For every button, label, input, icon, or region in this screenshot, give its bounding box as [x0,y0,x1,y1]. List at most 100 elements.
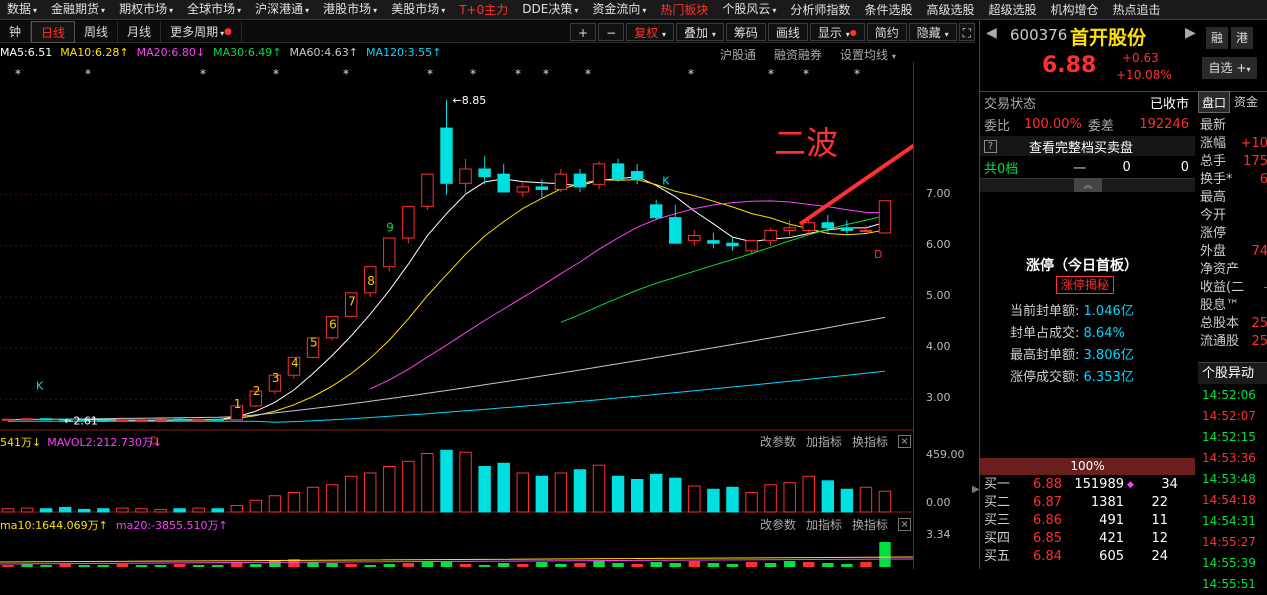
menu-item[interactable]: 热点追击 [1106,0,1168,19]
chouma-button[interactable]: 筹码 [725,22,766,41]
menu-item[interactable]: 美股市场 ▾ [384,0,452,19]
menu-item[interactable]: 高级选股 [919,0,981,19]
collapse-bar[interactable]: ︽ [980,178,1195,192]
indicator-bar [574,563,586,567]
ztcj-label: 涨停成交额: [1010,370,1080,385]
zoom-in-button[interactable]: + [570,22,597,41]
volume-bar [573,469,587,513]
volume-bar [478,466,491,513]
ma-legend-item: MA10:6.28↑ [60,46,128,62]
diejia-button[interactable]: 叠加 ▾ [675,22,724,41]
tick-time: 14:55:39 [1202,556,1256,570]
menu-item[interactable]: 金融期货 ▾ [44,0,112,19]
menu-item[interactable]: 超级选股 [981,0,1043,19]
help-icon: ? [984,139,997,153]
ma-setting-link[interactable]: 设置均线 ▾ [840,46,896,63]
menu-item[interactable]: 数据 ▾ [0,0,44,19]
high-price-label: ←8.85 [453,94,487,107]
tab-more-label: 更多周期 [170,24,219,39]
add-indicator-link[interactable]: 加指标 [806,433,842,450]
volume-bar [440,449,453,513]
chevron-down-icon: ▾ [891,52,896,61]
indicator-bar [97,565,110,567]
menu-item[interactable]: 条件选股 [857,0,919,19]
switch-indicator-link[interactable]: 换指标 [852,433,888,450]
change-params-link[interactable]: 改参数 [760,516,796,533]
tab-more-periods[interactable]: 更多周期 ▾● [161,20,242,43]
menu-item[interactable]: DDE决策 ▾ [515,0,585,19]
gong-v1: 0 [1122,159,1131,175]
jianjie-button[interactable]: 简约 [866,22,907,41]
fuquan-button[interactable]: 复权 ▾ [626,22,674,41]
side-list-value: 74 [1251,244,1267,259]
volume-bar [20,507,34,513]
kline-chart[interactable]: * * * * * * * * * * * * * *123456789←8.85←2.61KKDD二波 [0,62,913,569]
tab-daily[interactable]: 日线 [31,20,76,43]
fullscreen-icon[interactable]: ⛶ [958,22,975,41]
indicator-bar [173,564,186,567]
panel-collapse-handle[interactable]: ▶ [972,470,980,510]
menu-item[interactable]: 期权市场 ▾ [112,0,180,19]
menu-item[interactable]: 全球市场 ▾ [180,0,248,19]
menu-item[interactable]: 资金流向 ▾ [585,0,653,19]
menu-item[interactable]: 热门板块 [653,0,715,19]
menu-item[interactable]: 个股风云 ▾ [715,0,783,19]
tab-monthly[interactable]: 月线 [118,20,162,43]
menu-item-label: 机构增仓 [1050,2,1099,17]
zt-reveal-button[interactable]: 涨停揭秘 [1056,276,1115,294]
gang-button[interactable]: 港 [1231,27,1253,49]
zixuan-button[interactable]: 自选 +▾ [1202,57,1257,79]
menu-item[interactable]: T+0主力 [452,0,515,19]
chevron-down-icon: ▾ [237,5,242,15]
close-icon[interactable]: × [898,435,912,448]
candle-body [402,205,415,239]
add-indicator-link[interactable]: 加指标 [806,516,842,533]
menu-item[interactable]: 机构增仓 [1043,0,1105,19]
ma120-line [8,370,886,423]
menu-item[interactable]: 沪深港通 ▾ [248,0,316,19]
yincang-button[interactable]: 隐藏 ▾ [908,22,957,41]
indicator-bar [650,562,662,567]
indicator-bar [726,564,739,567]
menu-item-label: 高级选股 [926,2,975,17]
side-list-label: 收益(二 [1200,280,1245,295]
next-stock-icon[interactable]: ▶ [1185,25,1196,41]
star-marker: * [803,67,809,81]
arrow-icon: ↓ [152,436,163,449]
side-list-row: 股息™ [1200,297,1267,315]
menu-item[interactable]: 分析师指数 [783,0,857,19]
tab-weekly[interactable]: 周线 [75,20,119,43]
marker-icon: ◆ [1127,480,1134,490]
ma-legend-item: MA60:4.63↑ [290,46,358,62]
xianshi-button[interactable]: 显示 ▾● [809,22,865,41]
change-params-link[interactable]: 改参数 [760,433,796,450]
volume-bar [58,506,72,513]
rzrq-link[interactable]: 融资融券 [774,46,822,63]
rong-button[interactable]: 融 [1206,27,1228,49]
side-list-value: - [1263,279,1267,297]
side-list-label: 股息™ [1200,298,1240,313]
zoom-out-button[interactable]: − [598,22,625,41]
tab-minute[interactable]: 钟 [0,20,32,43]
candle-body [630,171,644,180]
close-icon[interactable]: × [898,518,912,531]
huaxian-button[interactable]: 画线 [767,22,808,41]
menu-item[interactable]: 港股市场 ▾ [316,0,384,19]
switch-indicator-link[interactable]: 换指标 [852,516,888,533]
prev-stock-icon[interactable]: ◀ [986,25,997,41]
candle-body [1,418,15,421]
fdzb-label: 封单占成交: [1010,326,1080,341]
menu-item-label: DDE决策 [522,1,573,16]
chevron-down-icon: ▾ [772,5,777,15]
wave-number: 6 [329,317,337,331]
legend-label: 541万 [0,436,32,449]
tab-pankou[interactable]: 盘口 [1198,91,1230,113]
full-book-row[interactable]: ? 查看完整档买卖盘 [980,136,1195,156]
menu-item-label: 沪深港通 [255,1,304,16]
volume-bar [97,508,110,513]
indicator-bar [783,561,796,567]
hgt-link[interactable]: 沪股通 [720,46,756,63]
weibi-row: 委比 100.00% 委差 192246 [980,114,1195,134]
indicator-bar [21,564,33,567]
tab-zijin[interactable]: 资金 [1230,91,1262,113]
